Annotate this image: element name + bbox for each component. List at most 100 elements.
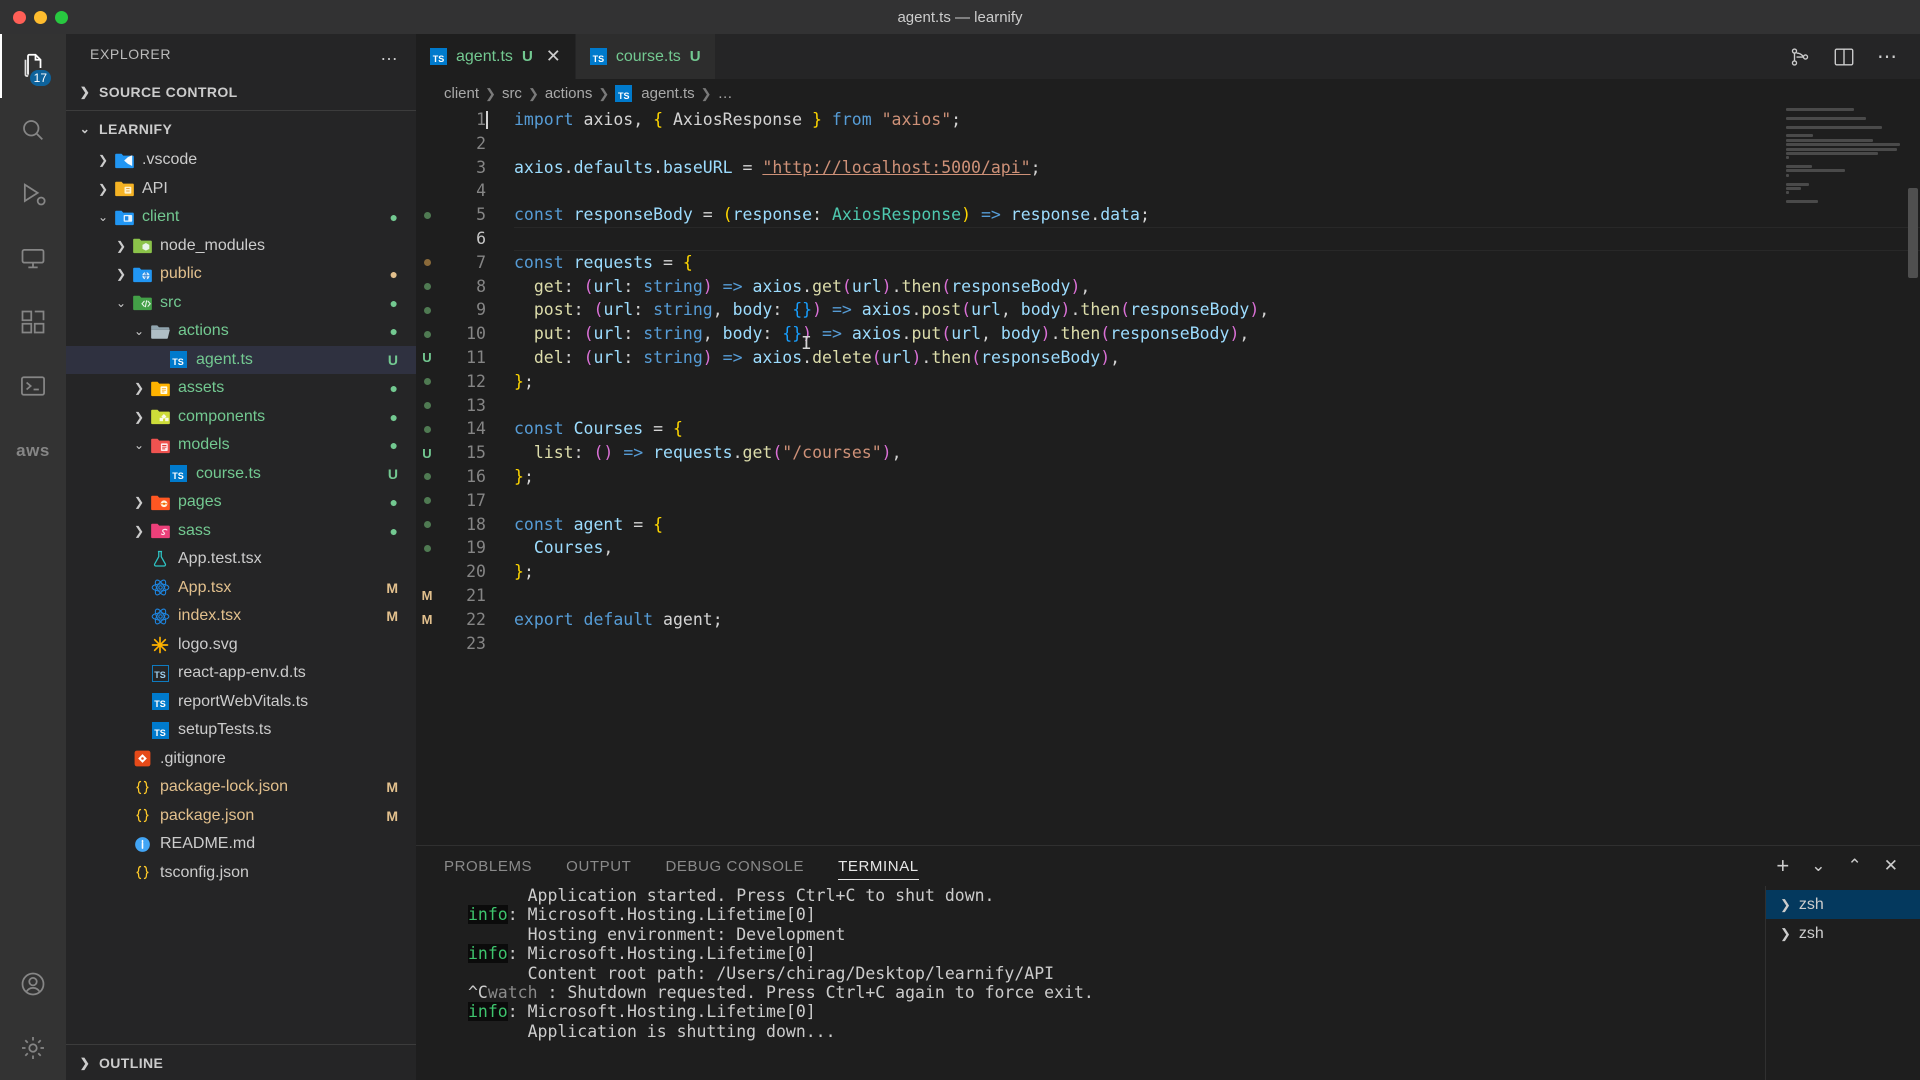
chevron-right-icon[interactable]: ❯ bbox=[94, 153, 112, 167]
chevron-right-icon[interactable]: ❯ bbox=[112, 267, 130, 281]
chevron-right-icon[interactable]: ❯ bbox=[112, 239, 130, 253]
code-line[interactable]: list: () => requests.get("/courses"), bbox=[514, 441, 1920, 465]
tree-folder-src[interactable]: ⌄src● bbox=[66, 289, 416, 318]
code-line[interactable] bbox=[514, 394, 1920, 418]
chevron-right-icon[interactable]: ❯ bbox=[130, 524, 148, 538]
tree-file-logo-svg[interactable]: logo.svg bbox=[66, 631, 416, 660]
tree-folder-public[interactable]: ❯public● bbox=[66, 260, 416, 289]
code-line[interactable]: const agent = { bbox=[514, 513, 1920, 537]
panel-tab-output[interactable]: OUTPUT bbox=[566, 846, 631, 886]
activity-item-extensions[interactable] bbox=[0, 290, 66, 354]
code-line[interactable]: const responseBody = (response: AxiosRes… bbox=[514, 203, 1920, 227]
code-line[interactable]: }; bbox=[514, 370, 1920, 394]
tree-file--gitignore[interactable]: .gitignore bbox=[66, 745, 416, 774]
code-line[interactable] bbox=[514, 227, 1920, 251]
activity-item-aws[interactable]: aws bbox=[0, 418, 66, 482]
terminal-instance-0[interactable]: ❯zsh bbox=[1766, 890, 1920, 919]
close-panel-icon[interactable]: ✕ bbox=[1884, 856, 1898, 876]
ellipsis-icon[interactable]: ⋯ bbox=[1877, 51, 1898, 63]
editor-vertical-scrollbar[interactable] bbox=[1906, 108, 1920, 845]
maximize-window-button[interactable] bbox=[55, 11, 68, 24]
chevron-right-icon[interactable]: ❯ bbox=[94, 182, 112, 196]
code-line[interactable] bbox=[514, 489, 1920, 513]
tree-file-setuptests-ts[interactable]: TSsetupTests.ts bbox=[66, 716, 416, 745]
code-line[interactable]: post: (url: string, body: {}) => axios.p… bbox=[514, 298, 1920, 322]
sidebar-section-learnify[interactable]: ⌄ LEARNIFY bbox=[66, 110, 416, 146]
code-line[interactable]: }; bbox=[514, 560, 1920, 584]
code-line[interactable]: const requests = { bbox=[514, 251, 1920, 275]
breadcrumb-item[interactable]: src bbox=[502, 85, 522, 102]
code-line[interactable]: import axios, { AxiosResponse } from "ax… bbox=[514, 108, 1920, 132]
panel-tab-list[interactable]: PROBLEMS OUTPUT DEBUG CONSOLE TERMINAL bbox=[444, 846, 919, 886]
editor-tabs[interactable]: TSagent.tsU✕TScourse.tsU bbox=[416, 34, 716, 79]
chevron-down-icon[interactable]: ⌄ bbox=[130, 324, 148, 338]
breadcrumb-item[interactable]: agent.ts bbox=[641, 85, 694, 102]
breadcrumb-item[interactable]: actions bbox=[545, 85, 593, 102]
terminal-output[interactable]: Application started. Press Ctrl+C to shu… bbox=[416, 886, 1765, 1080]
tree-folder-actions[interactable]: ⌄actions● bbox=[66, 317, 416, 346]
panel-tab-problems[interactable]: PROBLEMS bbox=[444, 846, 532, 886]
terminal-instance-list[interactable]: ❯zsh❯zsh bbox=[1765, 886, 1920, 1080]
source-control-icon[interactable] bbox=[1789, 46, 1811, 68]
tree-folder-components[interactable]: ❯components● bbox=[66, 403, 416, 432]
new-terminal-icon[interactable]: + bbox=[1776, 853, 1789, 879]
code-line[interactable]: const Courses = { bbox=[514, 417, 1920, 441]
code-line[interactable]: axios.defaults.baseURL = "http://localho… bbox=[514, 156, 1920, 180]
chevron-down-icon[interactable]: ⌄ bbox=[94, 210, 112, 224]
chevron-down-icon[interactable]: ⌄ bbox=[112, 296, 130, 310]
sidebar-section-outline[interactable]: ❯ OUTLINE bbox=[66, 1044, 416, 1080]
tree-file-reportwebvitals-ts[interactable]: TSreportWebVitals.ts bbox=[66, 688, 416, 717]
window-controls[interactable] bbox=[0, 11, 68, 24]
tree-folder-api[interactable]: ❯API bbox=[66, 175, 416, 204]
code-line[interactable] bbox=[514, 132, 1920, 156]
activity-item-run-and-debug[interactable] bbox=[0, 162, 66, 226]
tree-file-tsconfig-json[interactable]: tsconfig.json bbox=[66, 859, 416, 888]
sidebar-section-source-control[interactable]: ❯ SOURCE CONTROL bbox=[66, 74, 416, 110]
panel-tab-terminal[interactable]: TERMINAL bbox=[838, 846, 919, 886]
tree-folder-assets[interactable]: ❯assets● bbox=[66, 374, 416, 403]
explorer-more-actions-icon[interactable]: … bbox=[380, 45, 400, 63]
tree-folder-node-modules[interactable]: ❯node_modules bbox=[66, 232, 416, 261]
breadcrumb[interactable]: client❯src❯actions❯TSagent.ts❯… bbox=[416, 79, 1920, 108]
maximize-panel-icon[interactable]: ⌃ bbox=[1848, 856, 1862, 876]
tree-file-package-json[interactable]: package.jsonM bbox=[66, 802, 416, 831]
breadcrumb-item[interactable]: client bbox=[444, 85, 479, 102]
editor-tab-course-ts[interactable]: TScourse.tsU bbox=[576, 34, 716, 79]
tree-file-app-test-tsx[interactable]: App.test.tsx bbox=[66, 545, 416, 574]
chevron-right-icon[interactable]: ❯ bbox=[130, 410, 148, 424]
code-line[interactable]: put: (url: string, body: {}) => axios.pu… bbox=[514, 322, 1920, 346]
minimize-window-button[interactable] bbox=[34, 11, 47, 24]
code-line[interactable]: export default agent; bbox=[514, 608, 1920, 632]
file-tree[interactable]: ❯.vscode❯API⌄client●❯node_modules❯public… bbox=[66, 146, 416, 1044]
activity-item-settings[interactable] bbox=[0, 1016, 66, 1080]
code-line[interactable]: }; bbox=[514, 465, 1920, 489]
terminal-dropdown-icon[interactable]: ⌄ bbox=[1811, 856, 1825, 876]
activity-item-explorer[interactable]: 17 bbox=[0, 34, 66, 98]
tree-file-app-tsx[interactable]: App.tsxM bbox=[66, 574, 416, 603]
chevron-down-icon[interactable]: ⌄ bbox=[130, 438, 148, 452]
tree-file-readme-md[interactable]: README.md bbox=[66, 830, 416, 859]
tree-folder-sass[interactable]: ❯sass● bbox=[66, 517, 416, 546]
close-window-button[interactable] bbox=[13, 11, 26, 24]
code-line[interactable] bbox=[514, 584, 1920, 608]
tree-file-react-app-env-d-ts[interactable]: TSreact-app-env.d.ts bbox=[66, 659, 416, 688]
panel-tab-debug-console[interactable]: DEBUG CONSOLE bbox=[665, 846, 804, 886]
close-tab-icon[interactable]: ✕ bbox=[546, 46, 561, 67]
panel-tabs[interactable]: PROBLEMSOUTPUTDEBUG CONSOLETERMINAL + ⌄ … bbox=[416, 846, 1920, 886]
tree-folder-client[interactable]: ⌄client● bbox=[66, 203, 416, 232]
editor-code-content[interactable]: I import axios, { AxiosResponse } from "… bbox=[486, 108, 1920, 845]
tree-file-package-lock-json[interactable]: package-lock.jsonM bbox=[66, 773, 416, 802]
tree-folder-pages[interactable]: ❯pages● bbox=[66, 488, 416, 517]
code-line[interactable] bbox=[514, 632, 1920, 656]
activity-item-accounts[interactable] bbox=[0, 952, 66, 1016]
editor-tab-agent-ts[interactable]: TSagent.tsU✕ bbox=[416, 34, 576, 79]
tree-folder-models[interactable]: ⌄models● bbox=[66, 431, 416, 460]
code-line[interactable] bbox=[514, 179, 1920, 203]
tree-folder--vscode[interactable]: ❯.vscode bbox=[66, 146, 416, 175]
scrollbar-thumb[interactable] bbox=[1908, 188, 1918, 278]
chevron-right-icon[interactable]: ❯ bbox=[130, 495, 148, 509]
activity-item-remote-explorer[interactable] bbox=[0, 226, 66, 290]
activity-item-terminal[interactable] bbox=[0, 354, 66, 418]
code-line[interactable]: del: (url: string) => axios.delete(url).… bbox=[514, 346, 1920, 370]
chevron-right-icon[interactable]: ❯ bbox=[130, 381, 148, 395]
